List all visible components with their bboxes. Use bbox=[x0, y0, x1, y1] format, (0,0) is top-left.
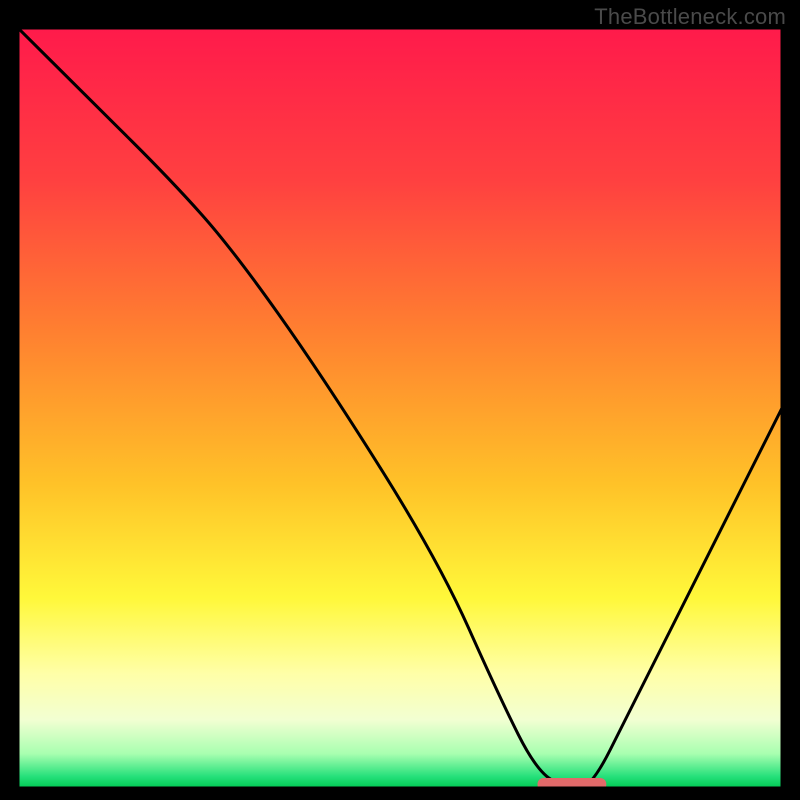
watermark-text: TheBottleneck.com bbox=[594, 4, 786, 30]
bottleneck-chart bbox=[18, 28, 782, 788]
chart-frame bbox=[18, 28, 782, 788]
